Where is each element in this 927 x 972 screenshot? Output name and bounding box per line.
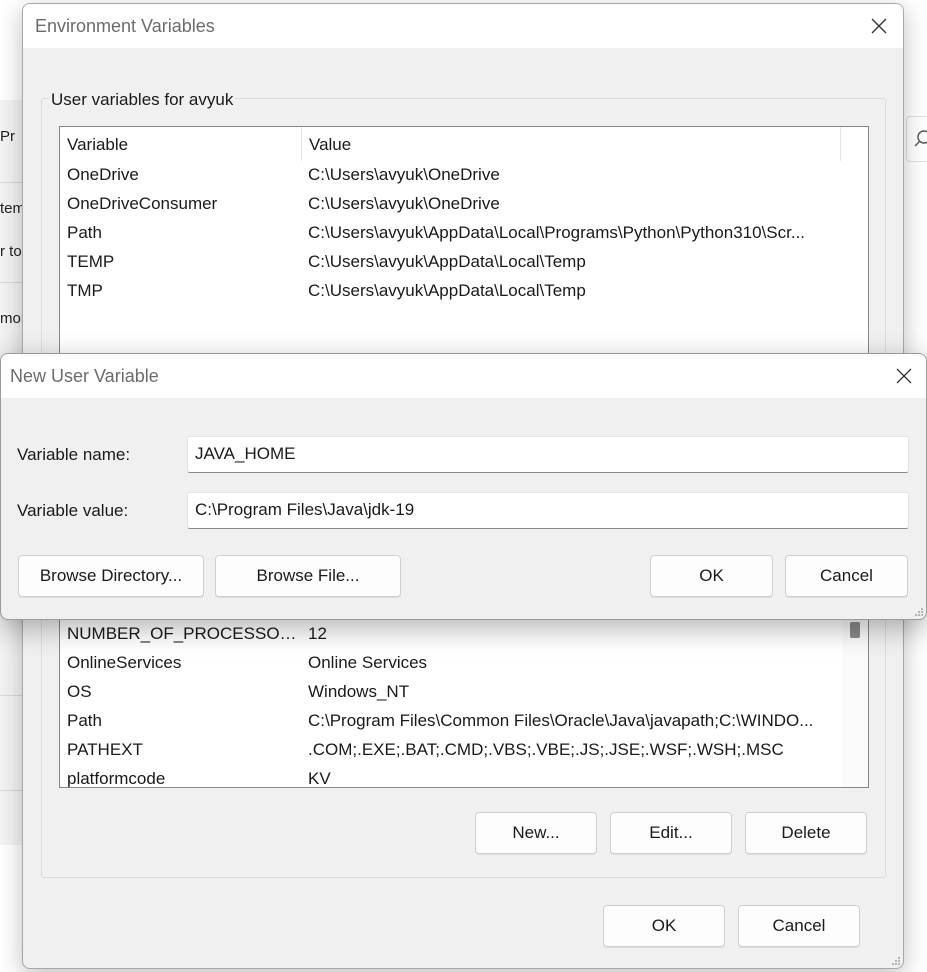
close-icon xyxy=(896,368,912,384)
background-text-fragment: mon xyxy=(0,310,24,327)
background-text-fragment: tem xyxy=(0,200,24,217)
background-text-fragment: Pr xyxy=(0,128,15,145)
variable-name-cell: OS xyxy=(67,682,92,701)
variable-value-cell: C:\Users\avyuk\AppData\Local\Programs\Py… xyxy=(308,223,806,242)
system-variable-row[interactable]: OnlineServices Online Services xyxy=(60,649,842,678)
system-new-button[interactable]: New... xyxy=(475,812,597,854)
variable-value-cell: KV xyxy=(308,769,331,788)
env-dialog-title: Environment Variables xyxy=(35,16,215,36)
variable-name-cell: PATHEXT xyxy=(67,740,143,759)
variable-value-cell: Online Services xyxy=(308,653,428,672)
variable-value-cell: C:\Users\avyuk\OneDrive xyxy=(308,165,500,184)
background-divider xyxy=(0,695,24,696)
column-header-value[interactable]: Value xyxy=(302,127,841,161)
variable-value-cell: 12 xyxy=(308,624,327,643)
background-divider xyxy=(0,790,24,791)
user-variables-group-label: User variables for avyuk xyxy=(49,90,236,110)
variable-name-cell: OneDriveConsumer xyxy=(67,194,218,213)
variable-name-cell: NUMBER_OF_PROCESSORS xyxy=(67,624,302,643)
variable-name-cell: TEMP xyxy=(67,252,115,271)
system-delete-button[interactable]: Delete xyxy=(745,812,867,854)
user-variable-row[interactable]: OneDriveConsumer C:\Users\avyuk\OneDrive xyxy=(60,190,868,219)
user-variable-row[interactable]: TMP C:\Users\avyuk\AppData\Local\Temp xyxy=(60,277,868,306)
user-variables-list[interactable]: Variable Value OneDrive C:\Users\avyuk\O… xyxy=(59,126,869,386)
browse-file-button[interactable]: Browse File... xyxy=(215,555,401,597)
search-icon xyxy=(914,130,927,147)
system-list-scrollbar[interactable] xyxy=(842,594,868,787)
scrollbar-thumb[interactable] xyxy=(850,622,860,638)
column-header-variable[interactable]: Variable xyxy=(60,127,302,161)
variable-name-cell: TMP xyxy=(67,281,103,300)
system-variables-list[interactable]: NUMBER_OF_PROCESSORS 12 OnlineServices O… xyxy=(59,594,869,788)
variable-name-input[interactable]: JAVA_HOME xyxy=(187,436,909,473)
user-variable-row[interactable]: TEMP C:\Users\avyuk\AppData\Local\Temp xyxy=(60,248,868,277)
variable-value-input[interactable]: C:\Program Files\Java\jdk-19 xyxy=(187,492,909,529)
variable-name-cell: Path xyxy=(67,711,102,730)
new-dialog-titlebar: New User Variable xyxy=(1,354,926,398)
resize-grip-icon[interactable] xyxy=(891,956,901,966)
background-divider xyxy=(0,182,24,183)
system-edit-button[interactable]: Edit... xyxy=(610,812,732,854)
variable-name-cell: platformcode xyxy=(67,769,166,788)
new-user-variable-dialog: New User Variable Variable name: JAVA_HO… xyxy=(0,353,927,620)
new-dialog-cancel-button[interactable]: Cancel xyxy=(785,555,908,597)
user-variable-row[interactable]: OneDrive C:\Users\avyuk\OneDrive xyxy=(60,161,868,190)
env-cancel-button[interactable]: Cancel xyxy=(738,905,860,947)
new-dialog-title: New User Variable xyxy=(10,366,159,386)
variable-name-cell: OneDrive xyxy=(67,165,139,184)
variable-value-cell: .COM;.EXE;.BAT;.CMD;.VBS;.VBE;.JS;.JSE;.… xyxy=(308,740,784,759)
variable-value-cell: C:\Users\avyuk\AppData\Local\Temp xyxy=(308,252,586,271)
variable-name-label: Variable name: xyxy=(17,445,131,464)
variable-name-cell: OnlineServices xyxy=(67,653,182,672)
env-ok-button[interactable]: OK xyxy=(603,905,725,947)
system-variable-row[interactable]: OS Windows_NT xyxy=(60,678,842,707)
resize-grip-icon[interactable] xyxy=(914,607,924,617)
env-dialog-close-button[interactable] xyxy=(857,4,901,48)
background-divider xyxy=(0,282,24,283)
new-dialog-ok-button[interactable]: OK xyxy=(650,555,773,597)
browse-directory-button[interactable]: Browse Directory... xyxy=(18,555,204,597)
system-variable-row[interactable]: PATHEXT .COM;.EXE;.BAT;.CMD;.VBS;.VBE;.J… xyxy=(60,736,842,765)
variable-value-label: Variable value: xyxy=(17,501,129,520)
variable-value-cell: C:\Program Files\Common Files\Oracle\Jav… xyxy=(308,711,814,730)
system-variable-row[interactable]: NUMBER_OF_PROCESSORS 12 xyxy=(60,620,842,649)
user-variable-row[interactable]: Path C:\Users\avyuk\AppData\Local\Progra… xyxy=(60,219,868,248)
close-icon xyxy=(871,18,887,34)
system-variable-row[interactable]: Path C:\Program Files\Common Files\Oracl… xyxy=(60,707,842,736)
variable-value-cell: C:\Users\avyuk\AppData\Local\Temp xyxy=(308,281,586,300)
new-dialog-close-button[interactable] xyxy=(882,354,926,398)
background-text-fragment: r to xyxy=(0,243,22,260)
env-dialog-titlebar: Environment Variables xyxy=(23,4,903,48)
system-variable-row[interactable]: platformcode KV xyxy=(60,765,842,788)
background-search-box xyxy=(906,116,927,162)
variable-name-cell: Path xyxy=(67,223,102,242)
user-variables-list-header: Variable Value xyxy=(60,127,868,161)
variable-value-cell: C:\Users\avyuk\OneDrive xyxy=(308,194,500,213)
variable-value-cell: Windows_NT xyxy=(308,682,410,701)
